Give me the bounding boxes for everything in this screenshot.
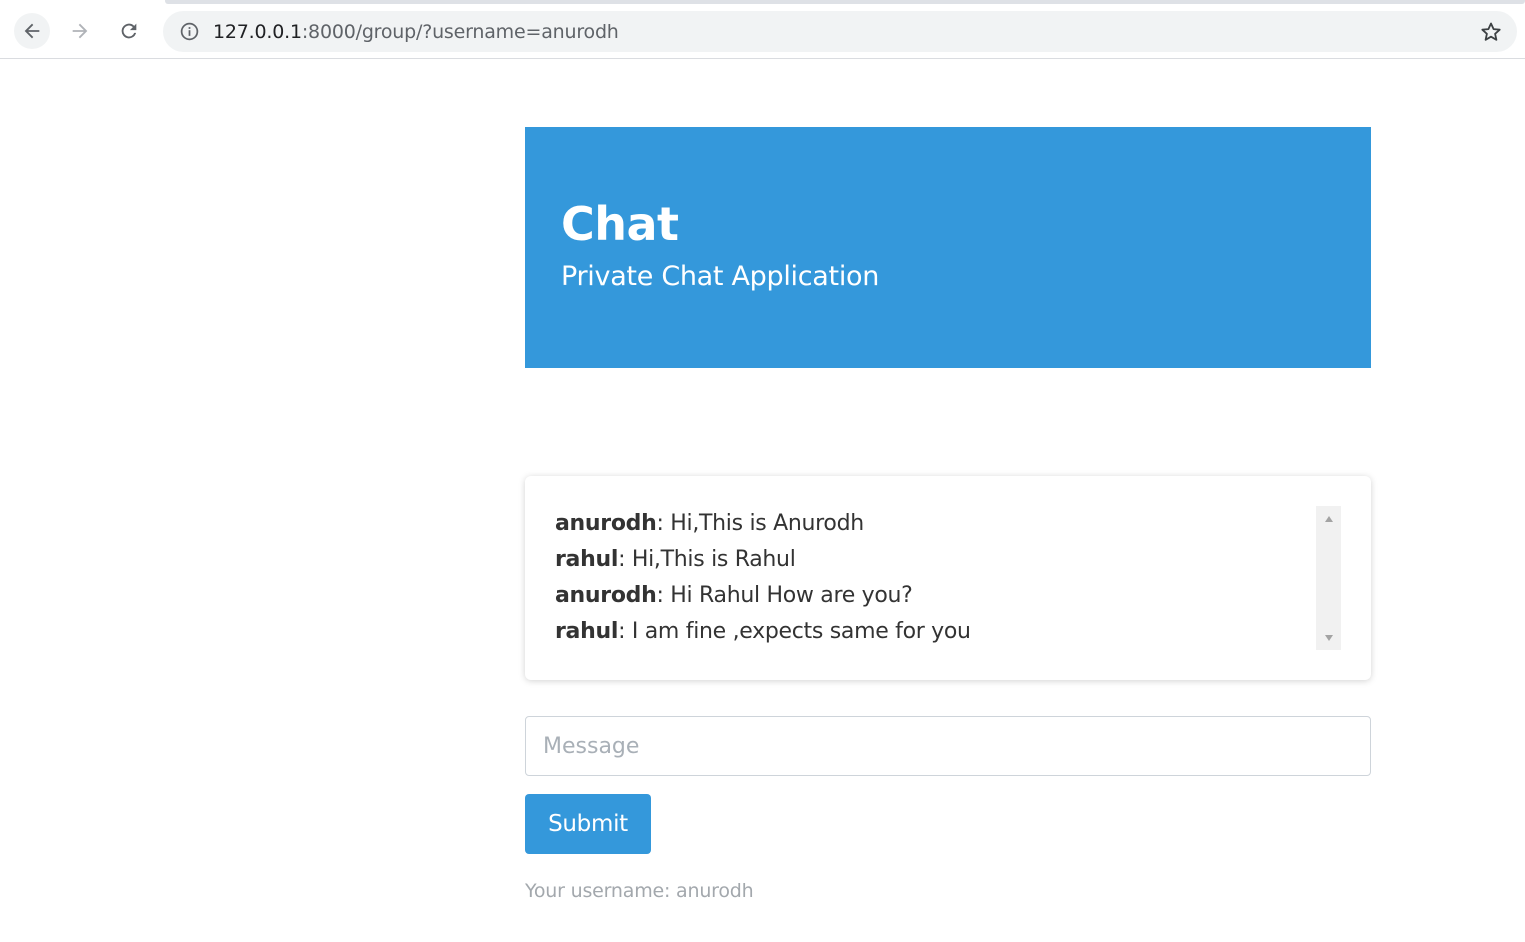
message-input[interactable] [525, 716, 1371, 776]
chat-message: anurodh: Hi Rahul How are you? [555, 578, 1341, 614]
username-note: Your username: anurodh [525, 880, 754, 902]
browser-toolbar: 127.0.0.1:8000/group/?username=anurodh [0, 0, 1525, 59]
chat-scrollbar[interactable] [1316, 506, 1341, 650]
message-author: rahul [555, 619, 619, 644]
forward-button[interactable] [62, 13, 98, 49]
back-button[interactable] [14, 13, 50, 49]
submit-button[interactable]: Submit [525, 794, 651, 854]
chat-header-banner: Chat Private Chat Application [525, 127, 1371, 368]
message-author: anurodh [555, 511, 657, 536]
info-icon[interactable] [179, 21, 200, 42]
arrow-left-icon [24, 23, 40, 39]
scroll-down-button[interactable] [1316, 625, 1341, 650]
url-path: :8000/group/?username=anurodh [301, 21, 619, 43]
scroll-up-button[interactable] [1316, 506, 1341, 531]
message-text: : Hi,This is Anurodh [656, 511, 864, 536]
message-text: : I am fine ,expects same for you [618, 619, 971, 644]
url-text[interactable]: 127.0.0.1:8000/group/?username=anurodh [213, 21, 619, 43]
chat-message: anurodh: Hi,This is Anurodh [555, 506, 1341, 542]
arrow-right-icon [72, 23, 88, 39]
page-subtitle: Private Chat Application [561, 261, 880, 292]
message-text: : Hi Rahul How are you? [656, 583, 913, 608]
message-text: : Hi,This is Rahul [618, 547, 796, 572]
chat-log[interactable]: anurodh: Hi,This is Anurodh rahul: Hi,Th… [555, 506, 1341, 650]
star-icon[interactable] [1479, 20, 1503, 44]
address-bar[interactable]: 127.0.0.1:8000/group/?username=anurodh [163, 11, 1517, 52]
page-title: Chat [561, 197, 679, 251]
tab-strip-edge [165, 0, 1525, 4]
message-author: rahul [555, 547, 619, 572]
chat-message: rahul: I am fine ,expects same for you [555, 614, 1341, 650]
reload-button[interactable] [111, 13, 147, 49]
chat-log-card: anurodh: Hi,This is Anurodh rahul: Hi,Th… [525, 476, 1371, 680]
triangle-up-icon [1324, 515, 1333, 522]
reload-icon [121, 23, 137, 39]
triangle-down-icon [1324, 634, 1333, 641]
url-host: 127.0.0.1 [213, 21, 302, 43]
chat-message: rahul: Hi,This is Rahul [555, 542, 1341, 578]
message-author: anurodh [555, 583, 657, 608]
